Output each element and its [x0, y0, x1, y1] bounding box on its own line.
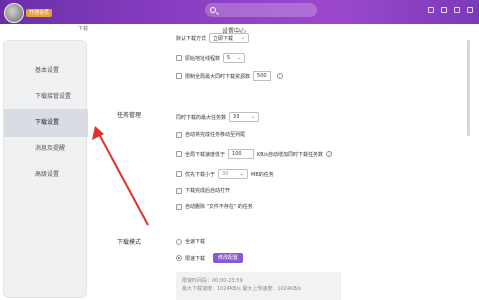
- speed-threshold-row: 全局下载速度低于 100 KB/s自动增加同时下载任务数 i: [176, 149, 333, 159]
- auto-move-row: 自动将完成任务移动至列尾: [176, 131, 245, 138]
- priority-size-select[interactable]: 30 ⌄: [218, 169, 249, 179]
- auto-move-checkbox[interactable]: [176, 131, 182, 138]
- chevron-down-icon: ⌄: [239, 171, 245, 177]
- info-icon[interactable]: i: [326, 151, 333, 157]
- task-mgmt-label: 任务管理: [117, 112, 142, 119]
- scrollbar[interactable]: [467, 40, 470, 136]
- max-tasks-select[interactable]: 33 ⌄: [229, 112, 260, 122]
- speed-threshold-input[interactable]: 100: [228, 149, 255, 159]
- default-mode-select[interactable]: 立即下载 ⌄: [209, 33, 250, 43]
- open-after-checkbox[interactable]: [176, 187, 182, 194]
- threads-select[interactable]: 5 ⌄: [223, 53, 246, 63]
- download-mode-label: 下载模式: [117, 239, 142, 246]
- threads-row: 原始地址线程数 5 ⌄: [176, 53, 248, 63]
- speed-limit-info-box: 限速时间段：00:00-23:59 最大下载速度：1024KB/s 最大上传速度…: [176, 272, 341, 300]
- info-icon[interactable]: i: [276, 73, 283, 79]
- open-after-row: 下载完成后自动打开: [176, 187, 230, 194]
- full-speed-radio[interactable]: [176, 238, 182, 245]
- chevron-down-icon: ⌄: [250, 114, 256, 120]
- default-mode-row: 默认下载方式 立即下载 ⌄: [176, 33, 252, 43]
- global-limit-checkbox[interactable]: [176, 73, 182, 79]
- limited-speed-radio[interactable]: [176, 255, 182, 261]
- speed-threshold-checkbox[interactable]: [176, 151, 182, 157]
- chevron-down-icon: ⌄: [236, 55, 242, 61]
- delete-missing-checkbox[interactable]: [176, 203, 182, 210]
- chevron-down-icon: ⌄: [240, 35, 246, 41]
- max-tasks-row: 同时下载的最大任务数 33 ⌄: [176, 112, 262, 122]
- priority-small-row: 优先下载小于 30 ⌄ MB的任务: [176, 169, 274, 179]
- global-limit-row: 限制全局最大同时下载资源数 500 i: [176, 71, 283, 81]
- modify-config-button[interactable]: 修改配置: [213, 253, 244, 263]
- threads-checkbox[interactable]: [176, 55, 182, 61]
- delete-missing-row: 自动删除 "文件不存在" 的任务: [176, 203, 253, 210]
- full-speed-row: 全速下载: [176, 238, 205, 245]
- priority-small-checkbox[interactable]: [176, 171, 182, 177]
- limited-speed-row: 限速下载 修改配置: [176, 253, 244, 263]
- global-limit-input[interactable]: 500: [253, 71, 271, 81]
